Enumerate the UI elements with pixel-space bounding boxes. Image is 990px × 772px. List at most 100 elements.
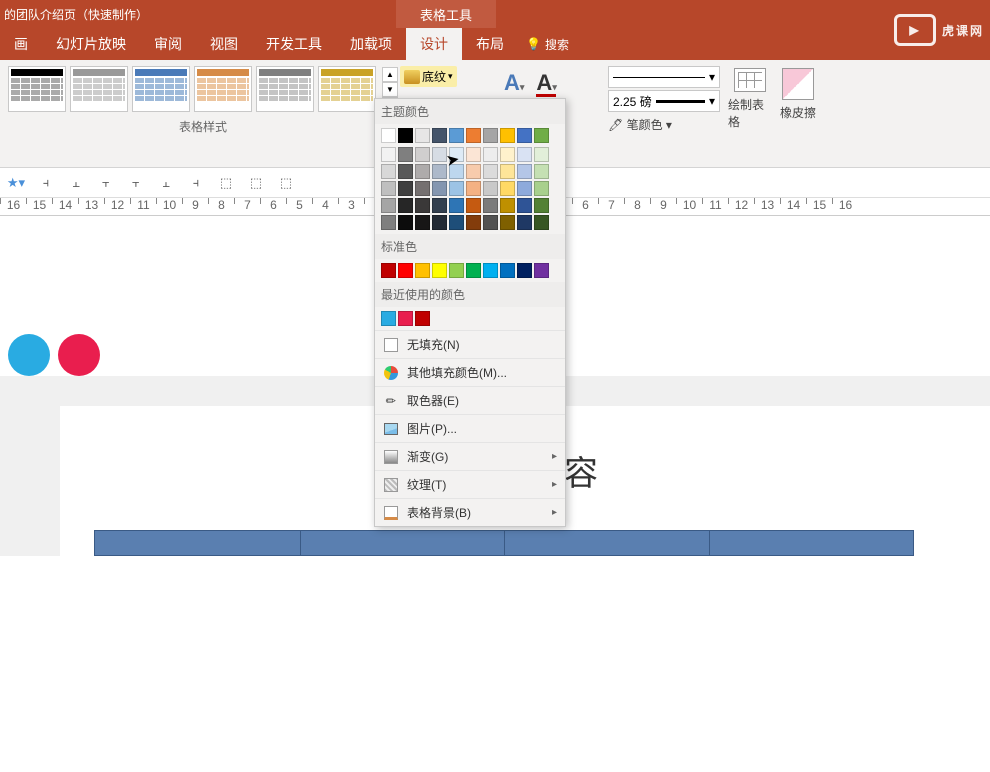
pen-style-select[interactable]: ▾ xyxy=(608,66,720,88)
color-swatch[interactable] xyxy=(517,181,532,196)
styles-scroll-down[interactable]: ▼ xyxy=(382,82,398,97)
color-swatch[interactable] xyxy=(466,198,481,213)
pen-color-button[interactable]: 🖊 笔颜色 ▾ xyxy=(608,114,720,135)
color-swatch[interactable] xyxy=(534,198,549,213)
color-swatch[interactable] xyxy=(466,164,481,179)
color-swatch[interactable] xyxy=(517,198,532,213)
color-swatch[interactable] xyxy=(398,215,413,230)
table-style-1[interactable] xyxy=(8,66,66,112)
color-swatch[interactable] xyxy=(500,164,515,179)
eraser-button[interactable]: 橡皮擦 xyxy=(776,64,820,130)
qat-align-center-icon[interactable]: ⫠ xyxy=(66,173,86,193)
shading-button[interactable]: 底纹 ▾ xyxy=(400,66,457,87)
color-swatch[interactable] xyxy=(500,181,515,196)
table-background-item[interactable]: 表格背景(B)▸ xyxy=(375,498,565,526)
blue-circle-shape[interactable] xyxy=(8,334,50,376)
table-style-5[interactable] xyxy=(256,66,314,112)
no-fill-item[interactable]: 无填充(N) xyxy=(375,330,565,358)
color-swatch[interactable] xyxy=(534,215,549,230)
qat-distribute-v-icon[interactable]: ⬚ xyxy=(246,173,266,193)
color-swatch[interactable] xyxy=(415,311,430,326)
gradient-fill-item[interactable]: 渐变(G)▸ xyxy=(375,442,565,470)
color-swatch[interactable] xyxy=(381,198,396,213)
color-swatch[interactable] xyxy=(381,263,396,278)
tell-me-search[interactable]: 💡 搜索 xyxy=(526,36,569,53)
color-swatch[interactable] xyxy=(466,181,481,196)
qat-align-bottom-icon[interactable]: ⫞ xyxy=(186,173,206,193)
color-swatch[interactable] xyxy=(449,198,464,213)
color-swatch[interactable] xyxy=(517,263,532,278)
color-swatch[interactable] xyxy=(381,164,396,179)
more-colors-item[interactable]: 其他填充颜色(M)... xyxy=(375,358,565,386)
quick-styles-button[interactable]: A▾ xyxy=(504,70,524,96)
color-swatch[interactable] xyxy=(534,128,549,143)
tab-design[interactable]: 设计 xyxy=(406,28,462,60)
selected-table[interactable] xyxy=(94,530,914,556)
color-swatch[interactable] xyxy=(432,181,447,196)
color-swatch[interactable] xyxy=(449,263,464,278)
color-swatch[interactable] xyxy=(534,164,549,179)
color-swatch[interactable] xyxy=(534,181,549,196)
table-style-6[interactable] xyxy=(318,66,376,112)
color-swatch[interactable] xyxy=(500,147,515,162)
color-swatch[interactable] xyxy=(415,215,430,230)
table-style-2[interactable] xyxy=(70,66,128,112)
color-swatch[interactable] xyxy=(483,263,498,278)
color-swatch[interactable] xyxy=(483,147,498,162)
color-swatch[interactable] xyxy=(483,198,498,213)
qat-distribute-h-icon[interactable]: ⬚ xyxy=(216,173,236,193)
color-swatch[interactable] xyxy=(398,311,413,326)
color-swatch[interactable] xyxy=(432,198,447,213)
color-swatch[interactable] xyxy=(381,181,396,196)
color-swatch[interactable] xyxy=(415,181,430,196)
color-swatch[interactable] xyxy=(381,128,396,143)
color-swatch[interactable] xyxy=(398,181,413,196)
color-swatch[interactable] xyxy=(500,198,515,213)
color-swatch[interactable] xyxy=(466,263,481,278)
color-swatch[interactable] xyxy=(381,147,396,162)
color-swatch[interactable] xyxy=(415,147,430,162)
color-swatch[interactable] xyxy=(415,128,430,143)
color-swatch[interactable] xyxy=(432,128,447,143)
qat-align-right-icon[interactable]: ⫟ xyxy=(96,173,116,193)
color-swatch[interactable] xyxy=(449,181,464,196)
slide-text[interactable]: 容 xyxy=(564,446,598,495)
tab-developer[interactable]: 开发工具 xyxy=(252,28,336,60)
color-swatch[interactable] xyxy=(398,263,413,278)
texture-fill-item[interactable]: 纹理(T)▸ xyxy=(375,470,565,498)
tab-slideshow[interactable]: 幻灯片放映 xyxy=(42,28,140,60)
styles-scroll-up[interactable]: ▲ xyxy=(382,67,398,82)
picture-fill-item[interactable]: 图片(P)... xyxy=(375,414,565,442)
color-swatch[interactable] xyxy=(449,215,464,230)
tab-addins[interactable]: 加载项 xyxy=(336,28,406,60)
pen-weight-select[interactable]: 2.25 磅▾ xyxy=(608,90,720,112)
color-swatch[interactable] xyxy=(466,147,481,162)
color-swatch[interactable] xyxy=(432,263,447,278)
color-swatch[interactable] xyxy=(432,164,447,179)
color-swatch[interactable] xyxy=(415,198,430,213)
tab-view[interactable]: 视图 xyxy=(196,28,252,60)
qat-star-icon[interactable]: ★▾ xyxy=(6,173,26,193)
color-swatch[interactable] xyxy=(483,128,498,143)
color-swatch[interactable] xyxy=(517,147,532,162)
color-swatch[interactable] xyxy=(517,128,532,143)
color-swatch[interactable] xyxy=(500,263,515,278)
color-swatch[interactable] xyxy=(517,215,532,230)
color-swatch[interactable] xyxy=(500,215,515,230)
draw-table-button[interactable]: 绘制表格 xyxy=(728,64,772,130)
color-swatch[interactable] xyxy=(381,215,396,230)
color-swatch[interactable] xyxy=(415,164,430,179)
color-swatch[interactable] xyxy=(517,164,532,179)
tab-review[interactable]: 审阅 xyxy=(140,28,196,60)
color-swatch[interactable] xyxy=(398,164,413,179)
color-swatch[interactable] xyxy=(398,198,413,213)
color-swatch[interactable] xyxy=(398,147,413,162)
tab-layout[interactable]: 布局 xyxy=(462,28,518,60)
color-swatch[interactable] xyxy=(483,215,498,230)
table-style-4[interactable] xyxy=(194,66,252,112)
qat-align-left-icon[interactable]: ⫞ xyxy=(36,173,56,193)
color-swatch[interactable] xyxy=(415,263,430,278)
table-style-3[interactable] xyxy=(132,66,190,112)
font-color-button[interactable]: A▾ xyxy=(536,70,556,96)
color-swatch[interactable] xyxy=(432,215,447,230)
